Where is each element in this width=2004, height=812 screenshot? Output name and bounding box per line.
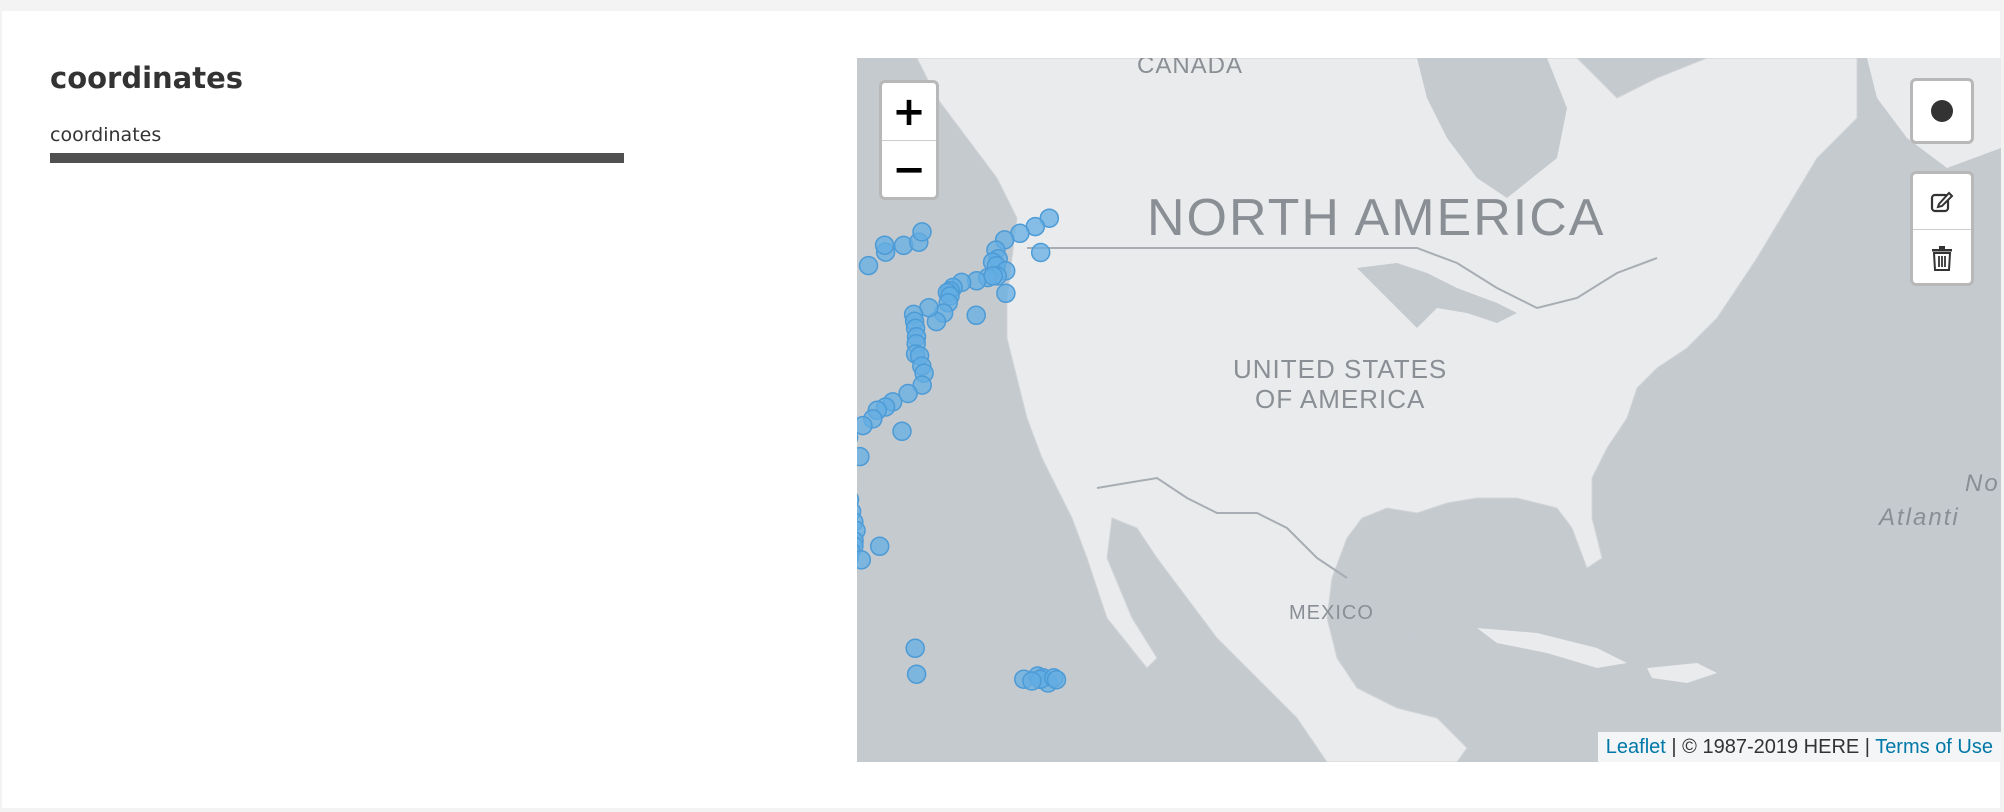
data-point-marker[interactable] bbox=[996, 283, 1016, 304]
data-point-marker[interactable] bbox=[892, 421, 912, 442]
legend-area: coordinates coordinates bbox=[50, 61, 626, 163]
circle-marker-icon bbox=[1931, 100, 1953, 122]
zoom-out-button[interactable]: − bbox=[882, 141, 936, 198]
data-point-marker[interactable] bbox=[912, 222, 932, 242]
data-point-marker[interactable] bbox=[1046, 669, 1067, 690]
zoom-control: + − bbox=[879, 80, 939, 200]
delete-layers-button[interactable] bbox=[1913, 230, 1971, 285]
draw-circle-button[interactable] bbox=[1910, 78, 1974, 144]
data-points-layer bbox=[857, 208, 1067, 693]
data-point-marker[interactable] bbox=[983, 266, 1003, 286]
trash-icon bbox=[1932, 245, 1952, 271]
edit-toolbar bbox=[1910, 171, 1974, 286]
zoom-in-button[interactable]: + bbox=[882, 83, 936, 141]
map-attribution: Leaflet | © 1987-2019 HERE | Terms of Us… bbox=[1597, 732, 2001, 762]
data-point-marker[interactable] bbox=[857, 550, 872, 570]
data-point-marker[interactable] bbox=[857, 415, 873, 436]
terms-of-use-link[interactable]: Terms of Use bbox=[1875, 736, 1993, 758]
data-point-marker[interactable] bbox=[874, 235, 895, 255]
map-view[interactable]: CANADA NORTH AMERICA UNITED STATES OF AM… bbox=[857, 58, 2001, 762]
legend-color-bar bbox=[50, 152, 624, 163]
edit-layers-button[interactable] bbox=[1913, 174, 1971, 230]
data-point-marker[interactable] bbox=[966, 305, 986, 326]
data-point-marker[interactable] bbox=[905, 638, 925, 659]
panel-title: coordinates bbox=[50, 61, 244, 95]
data-point-marker[interactable] bbox=[1030, 242, 1051, 263]
legend-label: coordinates bbox=[50, 123, 162, 146]
edit-icon bbox=[1930, 191, 1954, 212]
data-point-marker[interactable] bbox=[1022, 671, 1042, 691]
attribution-copyright: | © 1987-2019 HERE | bbox=[1665, 736, 1876, 758]
leaflet-link[interactable]: Leaflet bbox=[1606, 736, 1666, 758]
data-point-marker[interactable] bbox=[857, 446, 870, 467]
data-point-marker[interactable] bbox=[869, 536, 890, 557]
data-point-marker[interactable] bbox=[858, 255, 879, 276]
data-point-marker[interactable] bbox=[906, 664, 927, 684]
